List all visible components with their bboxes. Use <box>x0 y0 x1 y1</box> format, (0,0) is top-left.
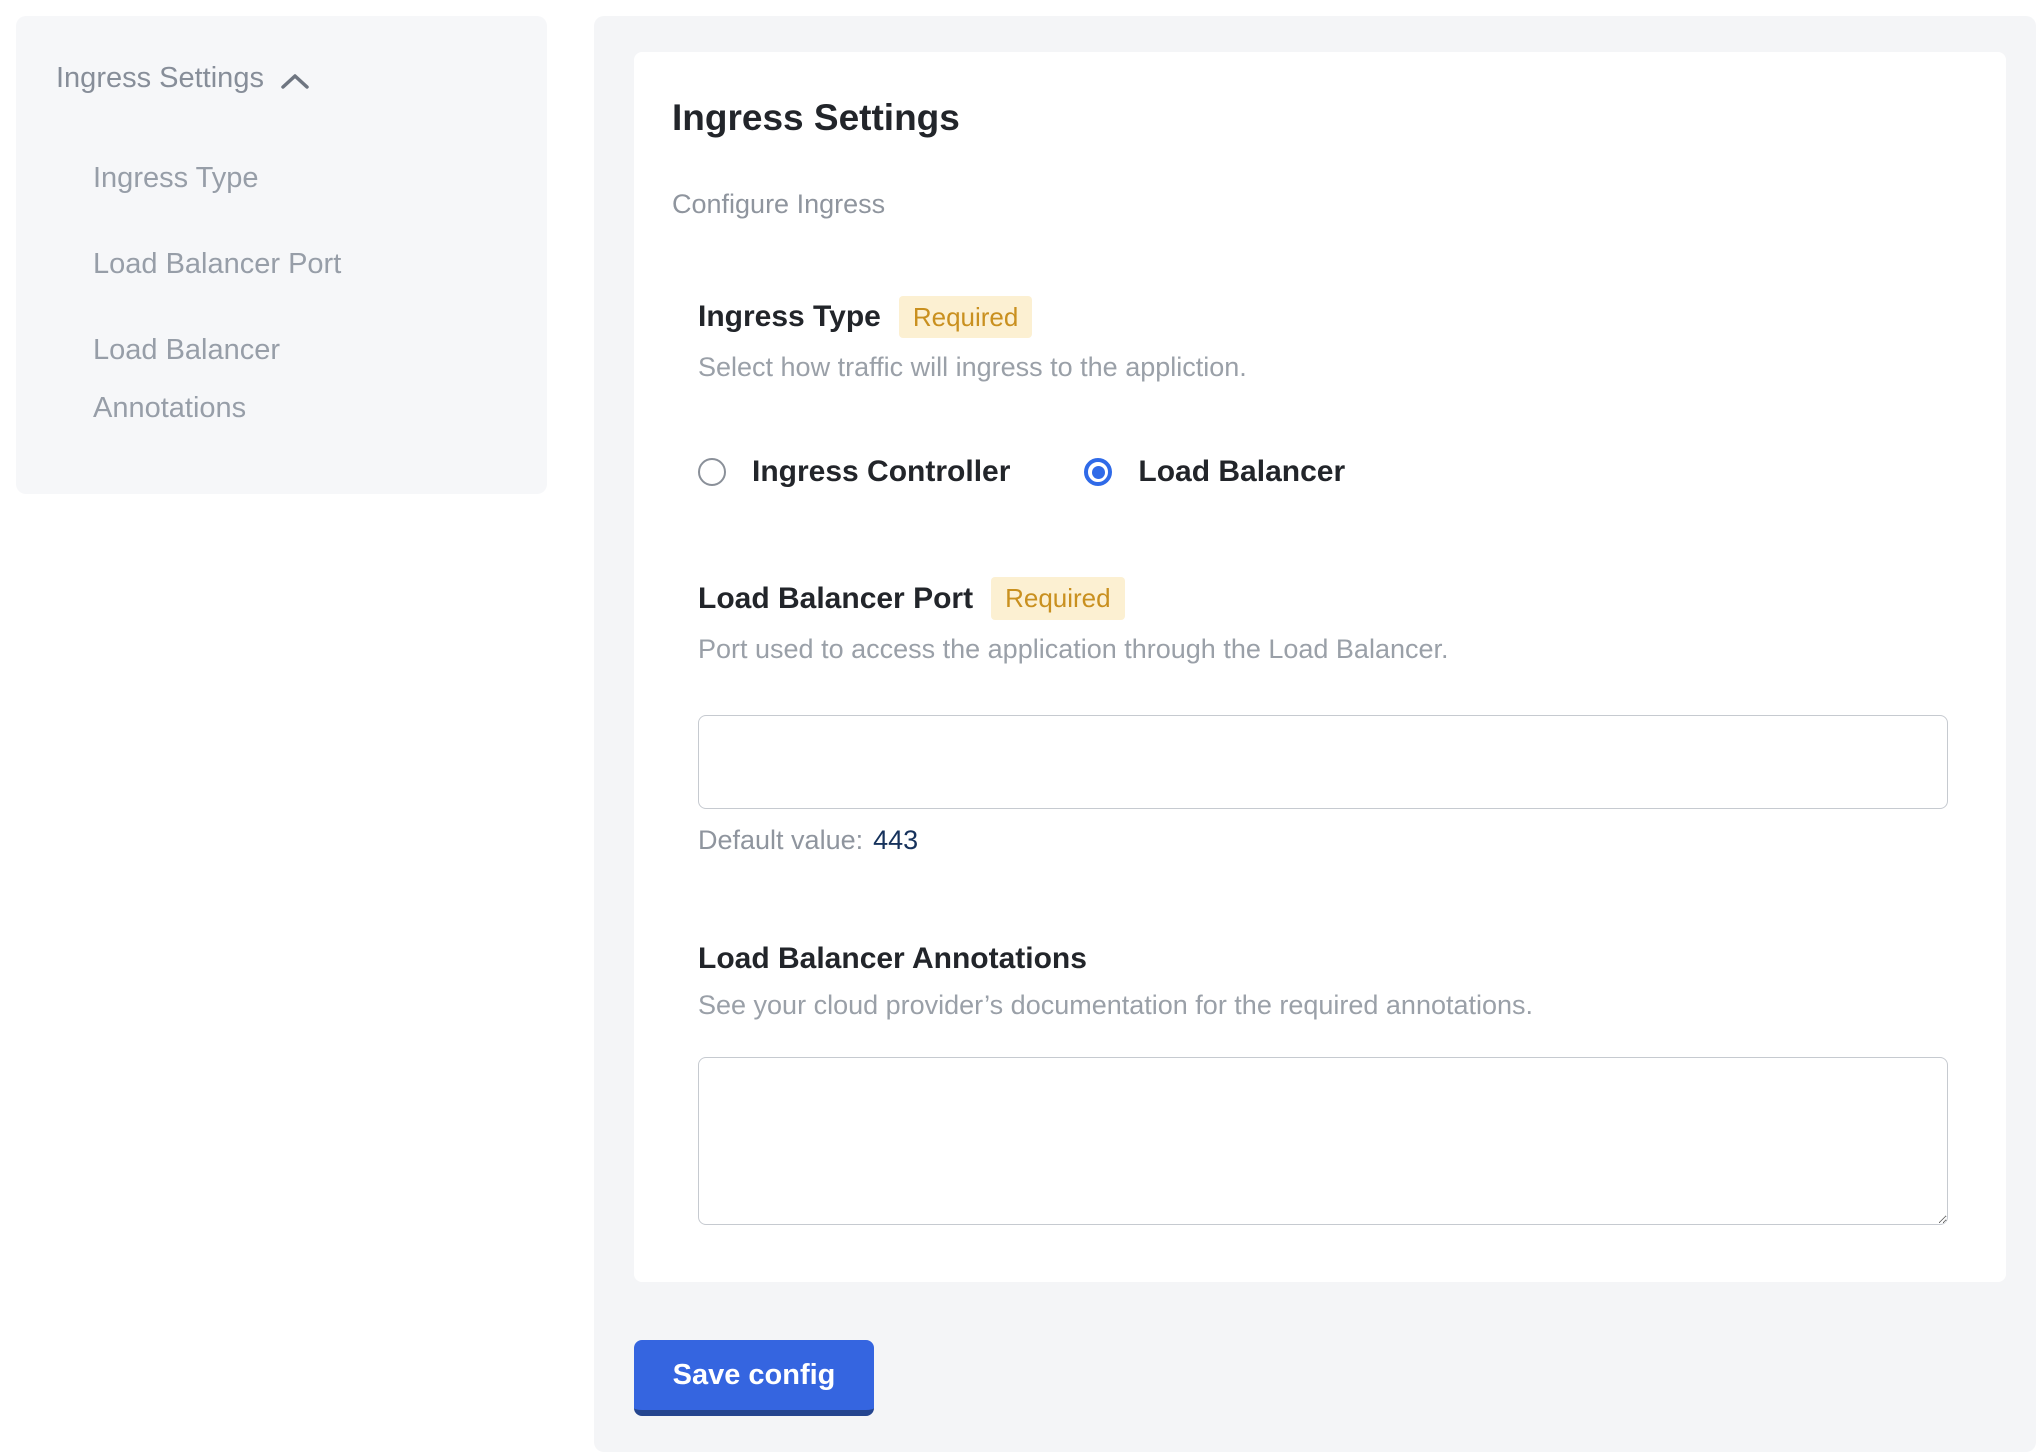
radio-label-ingress-controller: Ingress Controller <box>752 455 1010 489</box>
section-heading: Ingress Type Required <box>698 296 1948 339</box>
ingress-type-radio-group: Ingress Controller Load Balancer <box>698 455 1948 489</box>
section-ingress-type: Ingress Type Required Select how traffic… <box>698 296 1948 490</box>
required-badge: Required <box>899 296 1033 339</box>
section-load-balancer-port: Load Balancer Port Required Port used to… <box>698 577 1948 856</box>
load-balancer-port-label: Load Balancer Port <box>698 582 973 616</box>
radio-option-ingress-controller[interactable]: Ingress Controller <box>698 455 1010 489</box>
default-value-line: Default value: 443 <box>698 825 1948 856</box>
sidebar-item-list: Ingress Type Load Balancer Port Load Bal… <box>56 149 507 437</box>
section-load-balancer-annotations: Load Balancer Annotations See your cloud… <box>698 942 1948 1225</box>
sidebar-item-load-balancer-port[interactable]: Load Balancer Port <box>93 235 423 293</box>
load-balancer-port-help-text: Port used to access the application thro… <box>698 634 1948 665</box>
required-badge: Required <box>991 577 1125 620</box>
ingress-type-help-text: Select how traffic will ingress to the a… <box>698 352 1948 383</box>
radio-option-load-balancer[interactable]: Load Balancer <box>1084 455 1345 489</box>
load-balancer-annotations-help-text: See your cloud provider’s documentation … <box>698 990 1948 1021</box>
load-balancer-annotations-label: Load Balancer Annotations <box>698 942 1087 976</box>
section-heading: Load Balancer Port Required <box>698 577 1948 620</box>
radio-circle-icon[interactable] <box>698 458 726 486</box>
page-title: Ingress Settings <box>672 98 1948 139</box>
ingress-type-label: Ingress Type <box>698 300 881 334</box>
sidebar-group-ingress-settings[interactable]: Ingress Settings <box>56 62 507 95</box>
section-heading: Load Balancer Annotations <box>698 942 1948 976</box>
config-main-panel: Ingress Settings Configure Ingress Ingre… <box>594 16 2036 1452</box>
chevron-up-icon <box>280 72 310 90</box>
page-subtitle: Configure Ingress <box>672 189 1948 220</box>
load-balancer-port-input[interactable] <box>698 715 1948 809</box>
sidebar-item-load-balancer-annotations[interactable]: Load Balancer Annotations <box>93 321 423 437</box>
default-value-number: 443 <box>873 825 918 856</box>
radio-label-load-balancer: Load Balancer <box>1138 455 1345 489</box>
config-nav-sidebar: Ingress Settings Ingress Type Load Balan… <box>16 16 547 494</box>
sidebar-group-label: Ingress Settings <box>56 62 264 95</box>
default-value-label: Default value: <box>698 825 863 856</box>
load-balancer-annotations-textarea[interactable] <box>698 1057 1948 1225</box>
sidebar-item-ingress-type[interactable]: Ingress Type <box>93 149 423 207</box>
config-card: Ingress Settings Configure Ingress Ingre… <box>634 52 2006 1282</box>
save-config-button[interactable]: Save config <box>634 1340 874 1416</box>
radio-circle-icon[interactable] <box>1084 458 1112 486</box>
